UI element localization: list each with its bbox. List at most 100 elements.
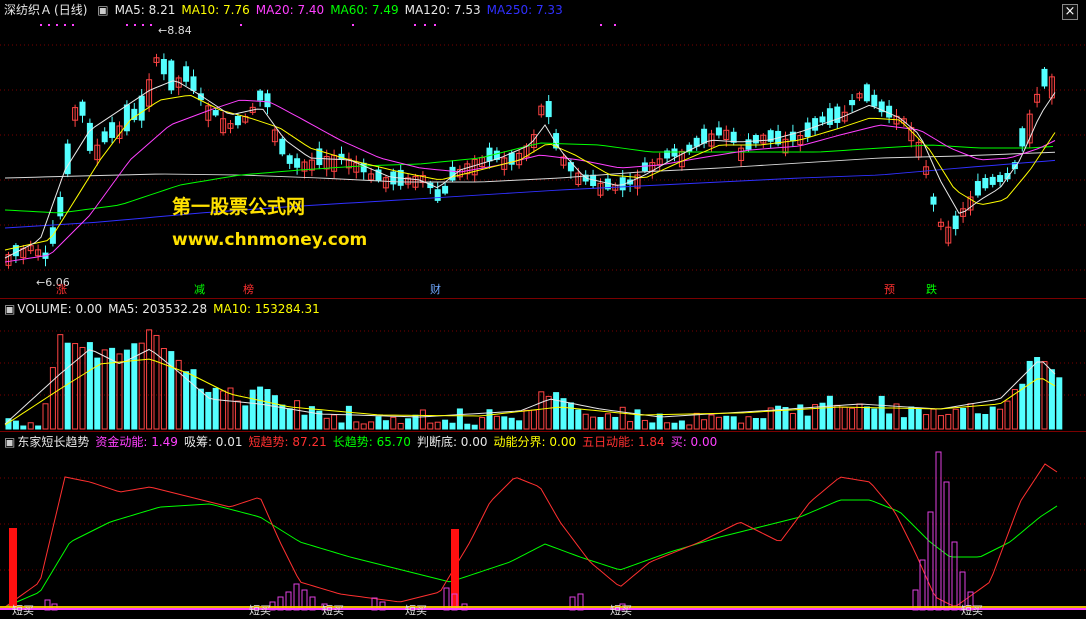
- volume-bar: [627, 421, 634, 430]
- signal-tag: 短买: [249, 604, 271, 617]
- event-marker[interactable]: 跌: [926, 283, 937, 296]
- volume-bar: [368, 421, 375, 430]
- volume-bar: [331, 414, 338, 430]
- volume-bar: [116, 353, 123, 430]
- volume-bar: [397, 422, 404, 430]
- volume-bar: [1004, 400, 1011, 430]
- indicator-items: 资金动能: 1.49 吸筹: 0.01 短趋势: 87.21 长趋势: 65.70 判断…: [95, 435, 723, 449]
- signal-tag: 短买: [405, 604, 427, 617]
- volume-bar: [967, 403, 974, 430]
- candle: [671, 148, 678, 157]
- momentum-bar: [943, 481, 950, 611]
- volume-bar: [49, 367, 56, 430]
- volume-bar: [567, 402, 574, 430]
- settings-icon[interactable]: ▣: [97, 3, 108, 17]
- signal-dot: [414, 24, 416, 26]
- volume-bar: [405, 418, 412, 430]
- signal-dot: [64, 24, 66, 26]
- signal-tag: 短买: [12, 604, 34, 617]
- volume-bar: [79, 346, 86, 430]
- candle: [257, 90, 264, 101]
- volume-bar: [249, 389, 256, 430]
- volume-bar: [64, 342, 71, 430]
- momentum-bar: [919, 559, 926, 611]
- volume-bar: [664, 422, 671, 430]
- volume-bar: [863, 406, 870, 430]
- volume-chart[interactable]: [0, 299, 1086, 432]
- candle: [701, 128, 708, 144]
- ma-items: MA5: 8.21 MA10: 7.76 MA20: 7.40 MA60: 7.49 M…: [115, 3, 569, 17]
- candle: [1019, 128, 1026, 147]
- candle: [997, 175, 1004, 183]
- volume-bar: [693, 412, 700, 430]
- volume-bar: [804, 415, 811, 430]
- event-marker[interactable]: 减: [194, 283, 205, 296]
- candle: [641, 162, 648, 172]
- event-marker[interactable]: 财: [430, 283, 441, 296]
- watermark-title: 第一股票公式网: [172, 196, 306, 218]
- candle: [234, 115, 241, 126]
- volume-bar: [604, 413, 611, 430]
- volume-bar: [197, 388, 204, 430]
- candle: [1041, 68, 1048, 87]
- legend-item: MA60: 7.49: [330, 3, 399, 17]
- legend-item: 资金动能: 1.49: [95, 435, 178, 449]
- momentum-baseline: [0, 608, 1086, 610]
- volume-bar: [649, 422, 656, 430]
- volume-bar: [419, 409, 426, 430]
- volume-bar: [242, 405, 249, 430]
- volume-bar: [382, 420, 389, 430]
- settings-icon[interactable]: ▣: [4, 302, 15, 316]
- candle: [286, 155, 293, 164]
- volume-ma5: MA5: 203532.28: [108, 302, 208, 316]
- settings-icon[interactable]: ▣: [4, 435, 15, 449]
- volume-bar: [597, 417, 604, 430]
- volume-bar: [723, 415, 730, 430]
- volume-bar: [146, 329, 153, 430]
- candle: [79, 101, 86, 116]
- event-marker[interactable]: 榜: [243, 283, 254, 296]
- volume-bar: [752, 418, 759, 430]
- candle: [982, 177, 989, 189]
- price-chart-panel[interactable]: 深纺织Ａ (日线) ▣ MA5: 8.21 MA10: 7.76 MA20: 7.40 M…: [0, 0, 1086, 298]
- price-chart[interactable]: [0, 0, 1086, 298]
- volume-panel[interactable]: ▣ VOLUME: 0.00 MA5: 203532.28 MA10: 153284.…: [0, 298, 1086, 432]
- candle: [930, 196, 937, 205]
- signal-dot: [614, 24, 616, 26]
- volume-bar: [560, 398, 567, 430]
- volume-value: VOLUME: 0.00: [17, 302, 103, 316]
- volume-bar: [989, 406, 996, 430]
- volume-bar: [886, 413, 893, 430]
- volume-bar: [375, 416, 382, 430]
- high-price-label: ←8.84: [158, 24, 192, 37]
- volume-bar: [501, 416, 508, 430]
- candle: [693, 137, 700, 147]
- event-marker[interactable]: 预: [884, 283, 895, 296]
- candle: [294, 158, 301, 168]
- event-marker[interactable]: 涨: [56, 283, 67, 296]
- volume-bar: [619, 406, 626, 430]
- volume-bar: [937, 415, 944, 430]
- candle: [989, 176, 996, 185]
- signal-tag: 短买: [961, 604, 983, 617]
- close-icon[interactable]: ×: [1062, 4, 1078, 20]
- candle: [109, 122, 116, 138]
- indicator-header: ▣ 东家短长趋势 资金动能: 1.49 吸筹: 0.01 短趋势: 87.21 长趋势: …: [4, 434, 729, 450]
- price-header: 深纺织Ａ (日线) ▣ MA5: 8.21 MA10: 7.76 MA20: 7.40 M…: [4, 2, 575, 18]
- candle: [160, 59, 167, 75]
- signal-dot: [126, 24, 128, 26]
- indicator-chart[interactable]: [0, 432, 1086, 619]
- candle: [212, 110, 219, 116]
- volume-bar: [308, 406, 315, 430]
- volume-bar: [301, 414, 308, 430]
- volume-bar: [20, 425, 27, 430]
- legend-item: 判断底: 0.00: [416, 435, 488, 449]
- indicator-panel[interactable]: ▣ 东家短长趋势 资金动能: 1.49 吸筹: 0.01 短趋势: 87.21 长趋势: …: [0, 431, 1086, 619]
- volume-header: ▣ VOLUME: 0.00 MA5: 203532.28 MA10: 153284.…: [4, 301, 326, 317]
- legend-item: MA20: 7.40: [255, 3, 325, 17]
- signal-dot: [150, 24, 152, 26]
- volume-bar: [575, 409, 582, 430]
- indicator-name: 东家短长趋势: [17, 435, 90, 449]
- volume-ma5-line: [4, 348, 1056, 425]
- signal-dot: [56, 24, 58, 26]
